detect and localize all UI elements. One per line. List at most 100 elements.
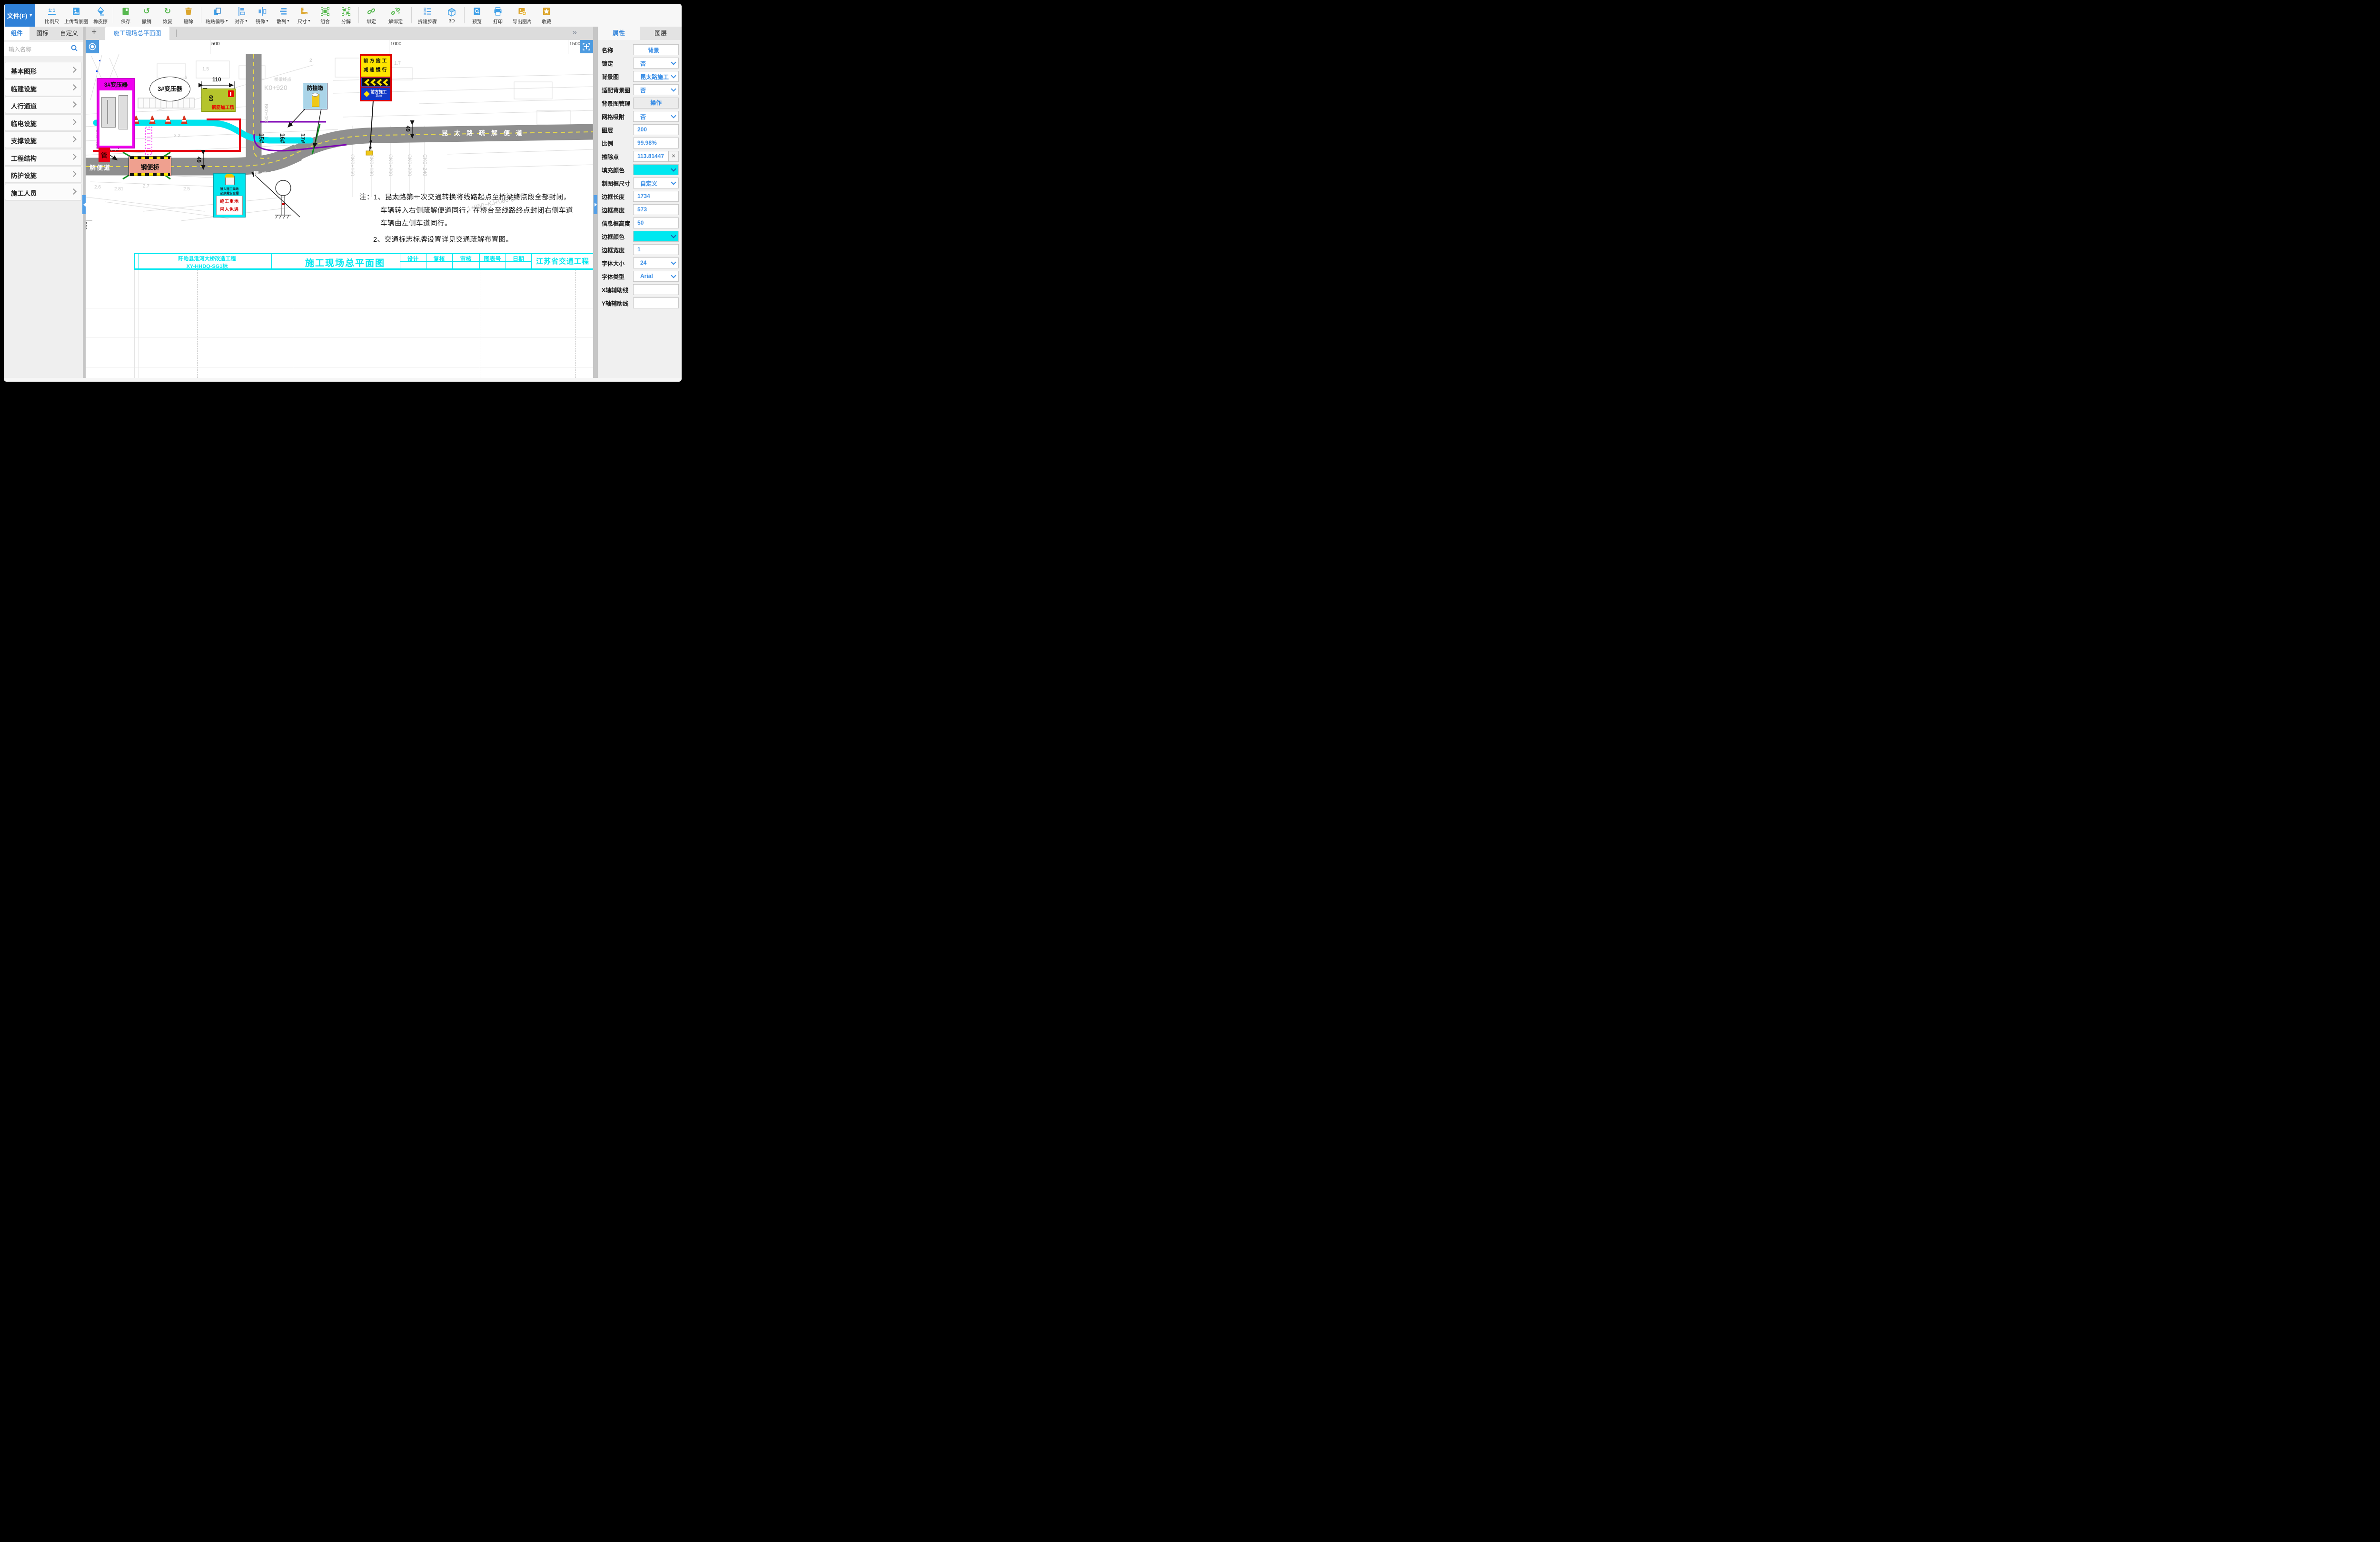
- fill-color-select[interactable]: [633, 164, 679, 175]
- fit-background-select[interactable]: 否: [633, 84, 679, 95]
- chevron-right-icon: [70, 67, 77, 73]
- sidebar-item-temporary-facilities[interactable]: 临建设施: [5, 79, 82, 96]
- file-menu-button[interactable]: 文件(F)▼: [5, 4, 35, 27]
- border-length-input[interactable]: 1734: [633, 191, 679, 202]
- y-guide-input[interactable]: [633, 297, 679, 308]
- scale-button[interactable]: 1:1 比例尺: [41, 4, 62, 26]
- tab-site-plan[interactable]: 施工现场总平面图: [105, 27, 169, 40]
- size-button[interactable]: 尺寸▼: [294, 4, 315, 26]
- collapse-tabs-icon[interactable]: »: [573, 28, 577, 37]
- rebar-yard-box[interactable]: 钢筋加工场: [201, 89, 236, 112]
- chevron-down-icon: [671, 273, 676, 278]
- anti-collision-sign[interactable]: 防撞墩: [303, 83, 327, 109]
- layer-input[interactable]: 200: [633, 124, 679, 135]
- collapse-right-panel-handle[interactable]: [594, 195, 597, 214]
- chevron-right-icon: [70, 84, 77, 90]
- tab-components[interactable]: 组件: [4, 27, 30, 40]
- frame-size-select[interactable]: 自定义: [633, 178, 679, 188]
- prop-row-background-image: 背景图 昆太路施工: [598, 69, 682, 83]
- paste-offset-icon: [212, 6, 222, 17]
- site-plan-drawing[interactable]: K0+920 1+050~KJ+080 (酒桥) BK0+020 BK0+080…: [86, 54, 593, 378]
- construction-warning-sign[interactable]: 前方施工 减速慢行 前方施工1km: [360, 54, 392, 101]
- site-safety-sign[interactable]: 进入施工现场 必须戴安全帽 施工重地 闲人免进: [213, 173, 246, 217]
- mirror-button[interactable]: 镜像▼: [252, 4, 273, 26]
- pipe-label-box[interactable]: 管: [99, 148, 110, 162]
- undo-button[interactable]: ↺ 撤销: [136, 4, 157, 26]
- unbind-button[interactable]: 解绑定: [382, 4, 409, 26]
- tab-icons[interactable]: 图标: [30, 27, 55, 40]
- app-window: 文件(F)▼ 1:1 比例尺 上传背景图 橡皮擦 保存 ↺ 撤销 ↻ 恢复: [0, 0, 685, 386]
- star-icon: [542, 6, 551, 17]
- paste-offset-button[interactable]: 粘贴偏移▼: [203, 4, 231, 26]
- favorite-button[interactable]: 收藏: [536, 4, 557, 26]
- search-icon[interactable]: [70, 44, 78, 54]
- sidebar-item-temporary-power[interactable]: 临电设施: [5, 114, 82, 131]
- erase-point-input[interactable]: 113.81447: [633, 151, 668, 162]
- font-size-select[interactable]: 24: [633, 257, 679, 268]
- sidebar-item-engineering-structure[interactable]: 工程结构: [5, 149, 82, 166]
- chevron-down-icon: [671, 86, 676, 91]
- border-color-select[interactable]: [633, 231, 679, 242]
- sidebar-item-basic-shapes[interactable]: 基本图形: [5, 62, 82, 79]
- clear-erase-point-button[interactable]: ×: [668, 151, 679, 162]
- grid-snap-select[interactable]: 否: [633, 111, 679, 122]
- tab-properties[interactable]: 属性: [598, 27, 640, 40]
- bg-station-label: CK0+220: [407, 154, 412, 176]
- export-image-button[interactable]: 导出图片: [508, 4, 536, 26]
- sidebar-item-pedestrian-passage[interactable]: 人行通道: [5, 97, 82, 113]
- name-input[interactable]: 背景: [633, 44, 679, 55]
- titleblock-contract-no: XY-HHDQ-SG1标: [157, 262, 257, 270]
- road-label-lower: 昆太路疏解便道: [253, 169, 315, 178]
- sidebar-item-support-facilities[interactable]: 支撑设施: [5, 131, 82, 148]
- save-button[interactable]: 保存: [115, 4, 136, 26]
- align-icon: [237, 6, 246, 17]
- locate-origin-button[interactable]: [86, 40, 99, 53]
- scale-input[interactable]: 99.98%: [633, 138, 679, 148]
- bg-station-text: K0+920: [264, 84, 288, 91]
- redo-button[interactable]: ↻ 恢复: [157, 4, 178, 26]
- transformer-station-box[interactable]: 3#变压器: [97, 78, 135, 148]
- eraser-button[interactable]: 橡皮擦: [90, 4, 111, 26]
- search-box: [4, 42, 83, 56]
- search-input[interactable]: [8, 43, 67, 56]
- steel-bridge-box[interactable]: 钢便桥: [129, 156, 171, 176]
- chevron-down-icon: [671, 259, 676, 265]
- prop-row-font-family: 字体类型 Arial: [598, 269, 682, 283]
- align-button[interactable]: 对齐▼: [231, 4, 252, 26]
- background-manage-button[interactable]: 操作: [633, 98, 679, 109]
- fit-view-button[interactable]: [580, 40, 593, 53]
- group-button[interactable]: 组合: [315, 4, 336, 26]
- locked-select[interactable]: 否: [633, 58, 679, 69]
- ungroup-button[interactable]: 分解: [336, 4, 357, 26]
- preview-button[interactable]: 预览: [466, 4, 487, 26]
- border-width-input[interactable]: 1: [633, 244, 679, 255]
- upload-background-button[interactable]: 上传背景图: [62, 4, 90, 26]
- build-steps-button[interactable]: 拆建步骤: [414, 4, 441, 26]
- transformer-ellipse-label[interactable]: 3#变压器: [149, 77, 190, 101]
- pier-17-label: 17#: [299, 133, 306, 143]
- x-guide-input[interactable]: [633, 284, 679, 295]
- chevron-right-icon: [70, 101, 77, 108]
- bind-button[interactable]: 绑定: [361, 4, 382, 26]
- background-image-select[interactable]: 昆太路施工: [633, 71, 679, 82]
- 3d-button[interactable]: 3D: [441, 4, 462, 26]
- font-family-select[interactable]: Arial: [633, 271, 679, 282]
- tab-layers[interactable]: 图层: [640, 27, 682, 40]
- scatter-button[interactable]: 散列▼: [273, 4, 294, 26]
- chevron-right-icon: [70, 119, 77, 125]
- bg-station-text: BK0+080: [263, 104, 268, 123]
- prop-row-scale: 比例 99.98%: [598, 136, 682, 149]
- group-icon: [320, 6, 330, 17]
- border-height-input[interactable]: 573: [633, 204, 679, 215]
- delete-button[interactable]: 删除: [178, 4, 199, 26]
- sidebar-item-protection-facilities[interactable]: 防护设施: [5, 166, 82, 183]
- chevron-down-icon: [671, 59, 676, 65]
- info-height-input[interactable]: 50: [633, 217, 679, 228]
- sidebar-item-construction-workers[interactable]: 施工人员: [5, 184, 82, 200]
- blue-distance-sign: 前方施工1km: [361, 88, 390, 100]
- tab-custom[interactable]: 自定义: [55, 27, 83, 40]
- dim-49-upper-label: 49: [405, 126, 410, 132]
- print-button[interactable]: 打印: [487, 4, 508, 26]
- add-tab-button[interactable]: +: [91, 27, 97, 38]
- prop-row-name: 名称 背景: [598, 43, 682, 56]
